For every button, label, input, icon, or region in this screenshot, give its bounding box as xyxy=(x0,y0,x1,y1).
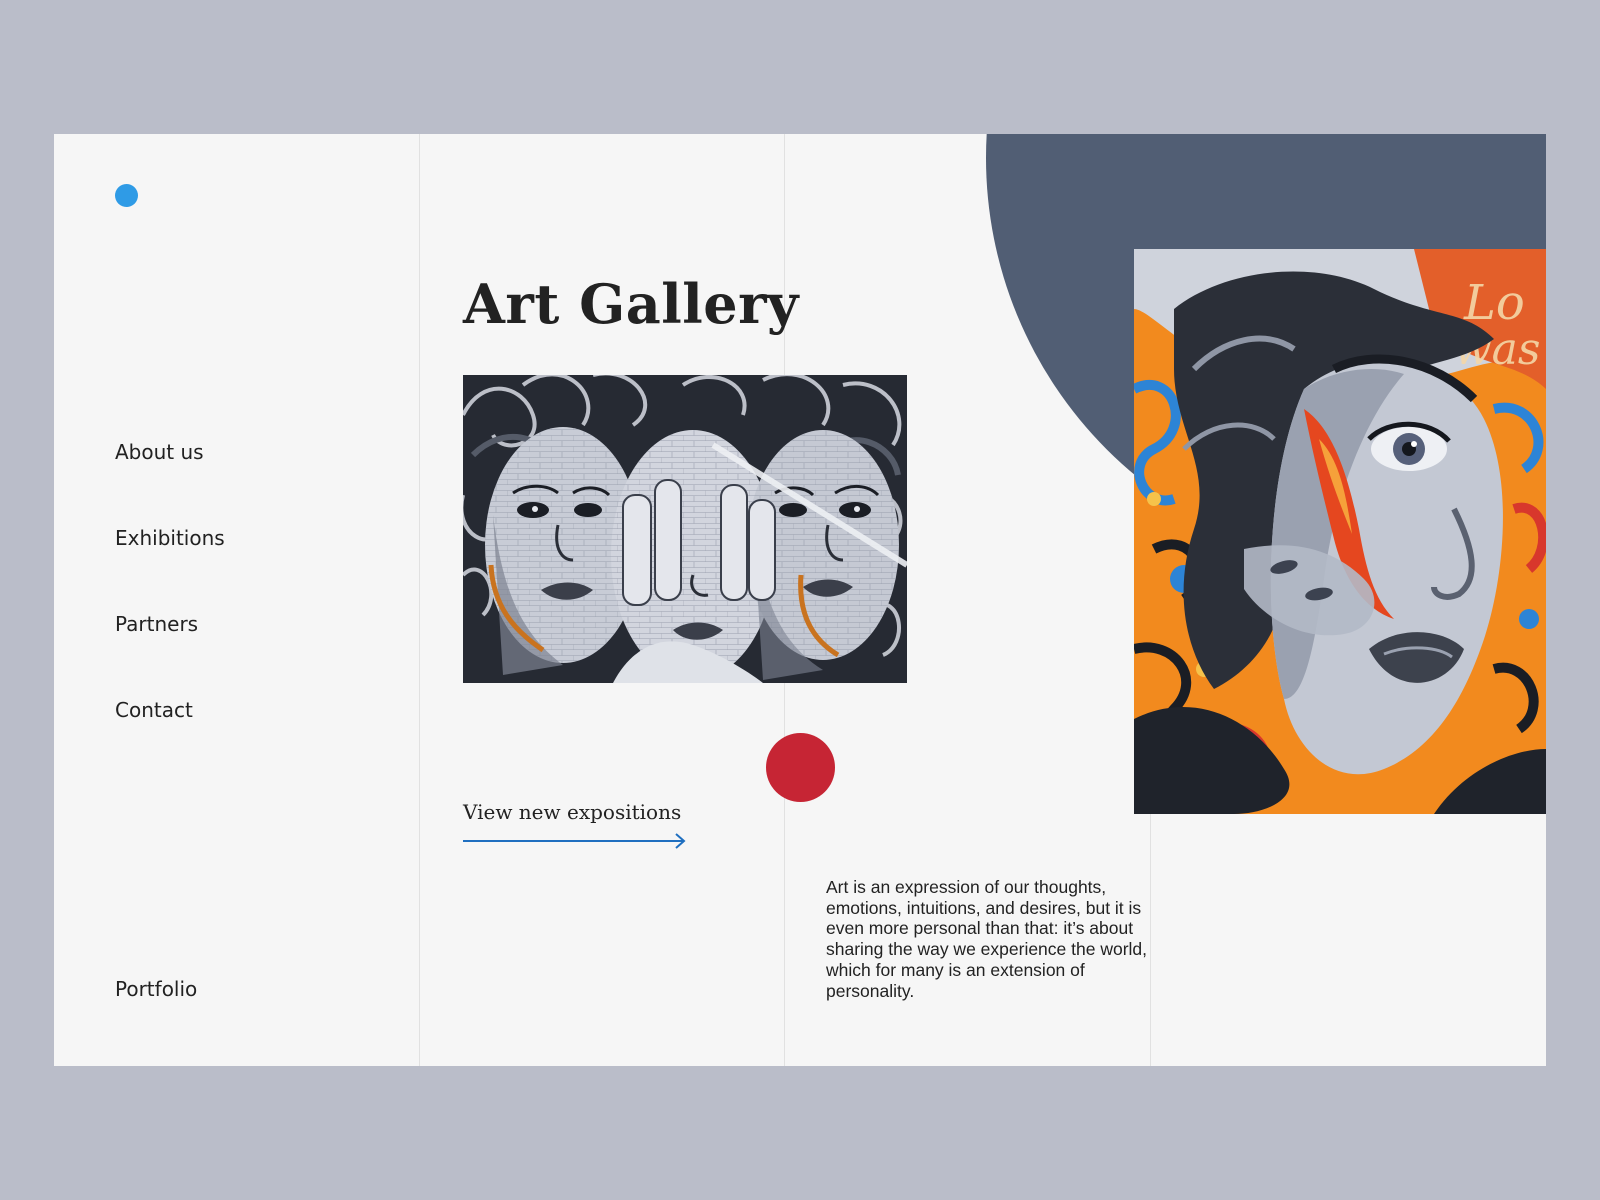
view-expositions-link[interactable]: View new expositions xyxy=(463,800,688,854)
nav-item-partners[interactable]: Partners xyxy=(115,612,198,636)
logo-dot[interactable] xyxy=(115,184,138,207)
page-title: Art Gallery xyxy=(463,272,799,336)
nav-item-about-us[interactable]: About us xyxy=(115,440,204,464)
nav-item-portfolio[interactable]: Portfolio xyxy=(115,977,197,1001)
cta-label: View new expositions xyxy=(463,800,682,824)
mural-image-small xyxy=(463,375,907,683)
svg-text:Lo: Lo xyxy=(1463,275,1525,331)
column-divider xyxy=(419,134,420,1066)
arrow-right-icon xyxy=(463,833,688,854)
nav-item-contact[interactable]: Contact xyxy=(115,698,193,722)
gallery-description: Art is an expression of our thoughts, em… xyxy=(826,877,1148,1001)
red-accent-dot xyxy=(766,733,835,802)
nav-item-exhibitions[interactable]: Exhibitions xyxy=(115,526,225,550)
mural-image-large: Lo was xyxy=(1134,249,1546,814)
gallery-card: About us Exhibitions Partners Contact Po… xyxy=(54,134,1546,1066)
